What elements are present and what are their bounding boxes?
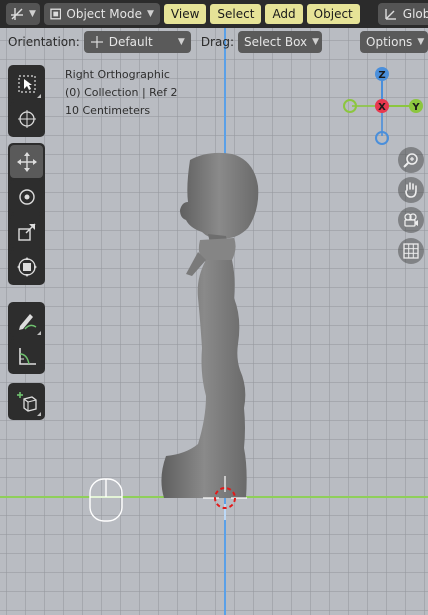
measure-tool[interactable] <box>10 339 43 372</box>
object-mode-icon <box>50 8 62 20</box>
chevron-down-icon: ▼ <box>177 37 185 47</box>
transform-tool[interactable] <box>10 250 43 283</box>
toolbar-group-add <box>8 383 45 420</box>
menu-select[interactable]: Select <box>210 4 262 24</box>
chevron-down-icon: ▼ <box>29 9 36 19</box>
toolbar-group-transform <box>8 143 45 285</box>
zoom-icon <box>403 153 418 168</box>
gizmo-y-label: Y <box>411 102 420 113</box>
toolbar-group-select <box>8 65 45 137</box>
submenu-corner-icon <box>37 331 41 335</box>
submenu-corner-icon <box>37 94 41 98</box>
camera-icon <box>404 213 418 227</box>
move-tool[interactable] <box>10 145 43 178</box>
select-box-tool[interactable] <box>10 67 43 100</box>
navigation-gizmo[interactable]: Z Y X <box>330 60 426 150</box>
scale-icon <box>17 223 35 241</box>
scale-tool[interactable] <box>10 215 43 248</box>
rotate-icon <box>18 188 35 205</box>
add-cube-tool[interactable] <box>10 385 43 418</box>
menu-object[interactable]: Object <box>306 4 360 24</box>
pan-button[interactable] <box>398 177 424 203</box>
orientation-value: Default <box>108 35 153 49</box>
chevron-down-icon: ▼ <box>312 37 320 47</box>
options-dropdown[interactable]: Options ▼ <box>360 31 428 53</box>
chevron-down-icon: ▼ <box>417 37 425 47</box>
hand-pan-icon <box>405 182 417 198</box>
toolbar-group-annotate <box>8 302 45 374</box>
annotate-tool[interactable] <box>10 304 43 337</box>
viewport-header: ▼ Object Mode ▼ View Select Add Object G… <box>0 0 428 28</box>
gizmo-axes-icon <box>90 36 103 48</box>
zoom-button[interactable] <box>398 147 424 173</box>
camera-view-button[interactable] <box>398 207 424 233</box>
sculpture-model[interactable] <box>150 148 260 500</box>
transform-orientation-dropdown[interactable]: Global <box>377 3 428 25</box>
editor-type-dropdown[interactable]: ▼ <box>6 3 40 25</box>
mouse-hint-icon <box>89 478 123 522</box>
toggle-ortho-button[interactable] <box>398 238 424 264</box>
gizmo-x-label: X <box>378 102 386 113</box>
move-icon <box>16 151 37 172</box>
viewport-info: Right Orthographic (0) Collection | Ref … <box>65 66 177 120</box>
cursor-icon <box>17 109 36 128</box>
3d-cursor-icon[interactable] <box>203 476 247 520</box>
submenu-corner-icon <box>37 412 41 416</box>
select-box-icon <box>17 74 36 93</box>
drag-value: Select Box <box>244 35 308 49</box>
orientation-dropdown[interactable]: Default ▼ <box>83 31 191 53</box>
cursor-tool[interactable] <box>10 102 43 135</box>
mode-label: Object Mode <box>66 7 142 21</box>
transform-icon <box>16 256 37 277</box>
mode-dropdown[interactable]: Object Mode ▼ <box>43 3 160 25</box>
chevron-down-icon: ▼ <box>147 9 154 19</box>
axes-editor-icon <box>11 8 23 20</box>
grid-icon <box>403 243 419 259</box>
menu-add[interactable]: Add <box>265 4 303 24</box>
add-cube-icon <box>16 391 37 412</box>
rotate-tool[interactable] <box>10 180 43 213</box>
grid-scale: 10 Centimeters <box>65 104 151 117</box>
menu-view[interactable]: View <box>163 4 207 24</box>
transform-label: Global <box>402 7 428 21</box>
annotate-icon <box>18 313 36 330</box>
measure-icon <box>18 347 36 365</box>
gizmo-z-label: Z <box>378 70 385 81</box>
orientation-label: Orientation: <box>8 35 80 49</box>
drag-label: Drag: <box>200 35 234 49</box>
tool-settings-bar: Orientation: Default ▼ Drag: Select Box … <box>0 28 428 56</box>
view-name: Right Orthographic <box>65 68 170 81</box>
orientation-icon <box>385 9 396 20</box>
options-label: Options <box>366 35 413 49</box>
collection-info: (0) Collection | Ref 2 <box>65 86 178 99</box>
drag-dropdown[interactable]: Select Box ▼ <box>238 31 322 53</box>
